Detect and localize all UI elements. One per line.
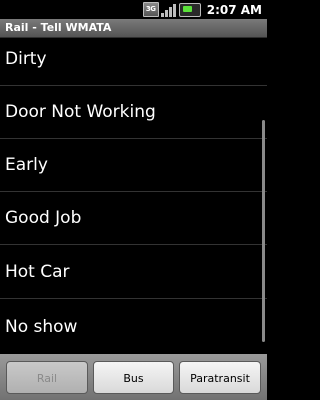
- tab-bus[interactable]: Bus: [93, 361, 174, 394]
- list-item-label: Door Not Working: [5, 102, 156, 122]
- list-item-early[interactable]: Early: [0, 139, 267, 192]
- app-title: Rail - Tell WMATA: [5, 21, 112, 34]
- list-item-label: Hot Car: [5, 262, 70, 282]
- tab-button-bar: Rail Bus Paratransit: [0, 354, 267, 400]
- list-item-label: Dirty: [5, 49, 47, 69]
- signal-bar: [168, 6, 172, 17]
- signal-icon: [160, 3, 177, 17]
- list-item-no-show[interactable]: No show: [0, 300, 267, 353]
- list-item-label: No show: [5, 316, 78, 337]
- tab-rail[interactable]: Rail: [6, 361, 88, 394]
- clock: 2:07 AM: [206, 2, 262, 17]
- signal-bar: [164, 9, 168, 17]
- list-item-label: Early: [5, 155, 48, 175]
- list-item-door-not-working[interactable]: Door Not Working: [0, 86, 267, 139]
- list-item-good-job[interactable]: Good Job: [0, 192, 267, 245]
- network-3g-icon: 3G: [142, 2, 159, 17]
- list-item-label: Good Job: [5, 208, 82, 228]
- signal-bar: [160, 12, 164, 17]
- screen: 3G 2:07 AM Rail - Tell WMATA Dirty Door …: [0, 0, 267, 400]
- status-icons: 3G 2:07 AM: [142, 0, 267, 19]
- list-item-dirty[interactable]: Dirty: [0, 38, 267, 86]
- battery-icon: [178, 2, 201, 17]
- title-bar: Rail - Tell WMATA: [0, 19, 267, 38]
- complaint-list[interactable]: Dirty Door Not Working Early Good Job Ho…: [0, 38, 267, 354]
- tab-paratransit[interactable]: Paratransit: [179, 361, 261, 394]
- list-scrollbar[interactable]: [262, 120, 265, 342]
- signal-bar: [172, 3, 176, 17]
- list-item-hot-car[interactable]: Hot Car: [0, 246, 267, 299]
- status-bar: 3G 2:07 AM: [0, 0, 267, 19]
